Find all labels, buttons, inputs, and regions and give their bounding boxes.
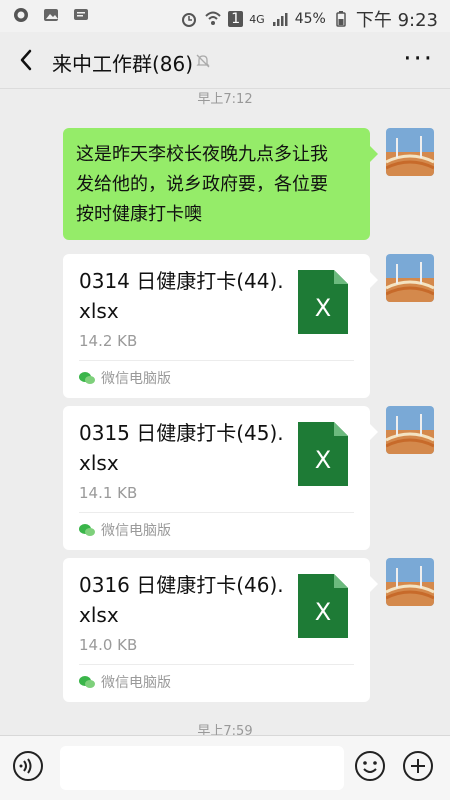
message-timestamp: 早上7:12 [197,92,253,107]
mute-bell-icon [195,53,211,69]
divider [79,512,354,513]
voice-input-button[interactable] [12,750,44,782]
file-name: 0315 日健康打卡(45). xlsx [79,421,284,475]
avatar[interactable] [386,254,434,302]
file-message-card[interactable]: 0314 日健康打卡(44). xlsx 14.2 KB X 微信电脑版 [63,254,378,398]
battery-percent: 45% [294,11,326,27]
more-functions-button[interactable] [402,750,434,782]
wechat-icon [79,676,95,688]
network-type: 4G [249,12,265,26]
source-text: 微信电脑版 [101,675,171,691]
source-label: 微信电脑版 [79,368,171,388]
file-size: 14.1 KB [79,484,138,502]
source-label: 微信电脑版 [79,672,171,692]
message-icon [72,6,90,24]
svg-text:X: X [315,294,331,322]
emoji-icon [355,751,385,781]
chevron-left-icon [20,49,32,71]
avatar[interactable] [386,128,434,176]
source-text: 微信电脑版 [101,523,171,539]
alarm-icon [180,10,198,28]
chat-header: 来中工作群(86) ··· [0,32,450,89]
chat-title: 来中工作群(86) [52,52,194,76]
bridge-photo-icon [386,406,434,454]
file-name: 0316 日健康打卡(46). xlsx [79,573,284,627]
chat-input-bar [0,735,450,800]
message-text: 这是昨天李校长夜晚九点多让我 发给他的，说乡政府要，各位要 按时健康打卡噢 [76,144,328,225]
divider [79,664,354,665]
gallery-icon [42,6,60,24]
wechat-icon [79,372,95,384]
bridge-photo-icon [386,254,434,302]
divider [79,360,354,361]
sim-indicator: 1 [228,11,244,27]
status-bar: 1 4G 45% 下午 9:23 [0,0,450,32]
battery-icon [332,10,350,28]
excel-file-icon: X [298,270,348,334]
source-text: 微信电脑版 [101,371,171,387]
emoji-button[interactable] [354,750,386,782]
clock: 下午 9:23 [355,10,438,31]
plus-icon [403,751,433,781]
excel-file-icon: X [298,574,348,638]
file-size: 14.2 KB [79,332,138,350]
message-input[interactable] [60,746,344,790]
file-message-card[interactable]: 0315 日健康打卡(45). xlsx 14.1 KB X 微信电脑版 [63,406,378,550]
svg-text:X: X [315,598,331,626]
voice-icon [13,751,43,781]
file-size: 14.0 KB [79,636,138,654]
wifi-icon [204,10,222,28]
avatar[interactable] [386,558,434,606]
back-button[interactable] [12,46,40,74]
signal-icon [271,10,289,28]
bridge-photo-icon [386,128,434,176]
source-label: 微信电脑版 [79,520,171,540]
text-message-bubble[interactable]: 这是昨天李校长夜晚九点多让我 发给他的，说乡政府要，各位要 按时健康打卡噢 [63,128,378,240]
excel-file-icon: X [298,422,348,486]
bridge-photo-icon [386,558,434,606]
svg-text:X: X [315,446,331,474]
qq-browser-icon [12,6,30,24]
file-message-card[interactable]: 0316 日健康打卡(46). xlsx 14.0 KB X 微信电脑版 [63,558,378,702]
more-options-button[interactable]: ··· [403,44,434,74]
file-name: 0314 日健康打卡(44). xlsx [79,269,284,323]
avatar[interactable] [386,406,434,454]
wechat-icon [79,524,95,536]
